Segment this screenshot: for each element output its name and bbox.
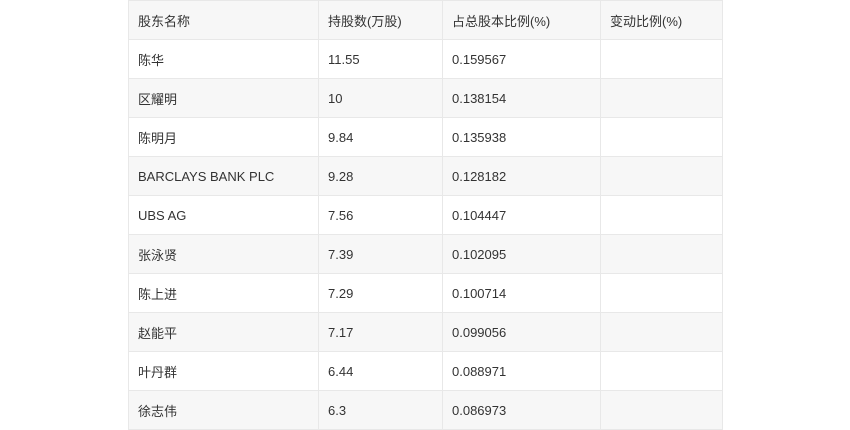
cell-shareholder-name: 陈上进 bbox=[128, 273, 319, 313]
table-row: 叶丹群 6.44 0.088971 bbox=[128, 351, 723, 391]
cell-share-ratio: 0.086973 bbox=[442, 390, 601, 430]
cell-shareholder-name: UBS AG bbox=[128, 195, 319, 235]
cell-shareholder-name: 陈华 bbox=[128, 39, 319, 79]
cell-share-ratio: 0.104447 bbox=[442, 195, 601, 235]
cell-shares-held: 7.39 bbox=[318, 234, 443, 274]
cell-shares-held: 6.3 bbox=[318, 390, 443, 430]
cell-shareholder-name: BARCLAYS BANK PLC bbox=[128, 156, 319, 196]
cell-change-ratio bbox=[600, 78, 723, 118]
cell-share-ratio: 0.102095 bbox=[442, 234, 601, 274]
cell-change-ratio bbox=[600, 39, 723, 79]
header-shareholder-name: 股东名称 bbox=[128, 0, 319, 40]
cell-change-ratio bbox=[600, 273, 723, 313]
shareholder-table-container: 股东名称 持股数(万股) 占总股本比例(%) 变动比例(%) 陈华 11.55 … bbox=[128, 0, 723, 430]
cell-shareholder-name: 陈明月 bbox=[128, 117, 319, 157]
header-row: 股东名称 持股数(万股) 占总股本比例(%) 变动比例(%) bbox=[128, 0, 723, 40]
cell-share-ratio: 0.100714 bbox=[442, 273, 601, 313]
cell-share-ratio: 0.135938 bbox=[442, 117, 601, 157]
cell-shares-held: 11.55 bbox=[318, 39, 443, 79]
cell-shareholder-name: 徐志伟 bbox=[128, 390, 319, 430]
cell-shareholder-name: 赵能平 bbox=[128, 312, 319, 352]
cell-shareholder-name: 张泳贤 bbox=[128, 234, 319, 274]
cell-shares-held: 7.56 bbox=[318, 195, 443, 235]
shareholder-table: 股东名称 持股数(万股) 占总股本比例(%) 变动比例(%) 陈华 11.55 … bbox=[128, 0, 723, 430]
table-header: 股东名称 持股数(万股) 占总股本比例(%) 变动比例(%) bbox=[128, 0, 723, 40]
cell-share-ratio: 0.128182 bbox=[442, 156, 601, 196]
table-row: BARCLAYS BANK PLC 9.28 0.128182 bbox=[128, 156, 723, 196]
cell-shares-held: 9.84 bbox=[318, 117, 443, 157]
table-row: 陈上进 7.29 0.100714 bbox=[128, 273, 723, 313]
table-body: 陈华 11.55 0.159567 区耀明 10 0.138154 陈明月 9.… bbox=[128, 39, 723, 430]
table-row: 区耀明 10 0.138154 bbox=[128, 78, 723, 118]
table-row: 徐志伟 6.3 0.086973 bbox=[128, 390, 723, 430]
cell-change-ratio bbox=[600, 351, 723, 391]
cell-share-ratio: 0.099056 bbox=[442, 312, 601, 352]
table-row: 张泳贤 7.39 0.102095 bbox=[128, 234, 723, 274]
cell-shares-held: 10 bbox=[318, 78, 443, 118]
cell-change-ratio bbox=[600, 117, 723, 157]
cell-share-ratio: 0.088971 bbox=[442, 351, 601, 391]
cell-shares-held: 6.44 bbox=[318, 351, 443, 391]
cell-change-ratio bbox=[600, 156, 723, 196]
header-change-ratio: 变动比例(%) bbox=[600, 0, 723, 40]
cell-change-ratio bbox=[600, 234, 723, 274]
cell-shareholder-name: 叶丹群 bbox=[128, 351, 319, 391]
header-share-ratio: 占总股本比例(%) bbox=[442, 0, 601, 40]
cell-share-ratio: 0.159567 bbox=[442, 39, 601, 79]
cell-change-ratio bbox=[600, 195, 723, 235]
cell-change-ratio bbox=[600, 312, 723, 352]
cell-change-ratio bbox=[600, 390, 723, 430]
table-row: 赵能平 7.17 0.099056 bbox=[128, 312, 723, 352]
cell-shareholder-name: 区耀明 bbox=[128, 78, 319, 118]
table-row: UBS AG 7.56 0.104447 bbox=[128, 195, 723, 235]
cell-shares-held: 7.29 bbox=[318, 273, 443, 313]
cell-shares-held: 7.17 bbox=[318, 312, 443, 352]
header-shares-held: 持股数(万股) bbox=[318, 0, 443, 40]
table-row: 陈明月 9.84 0.135938 bbox=[128, 117, 723, 157]
cell-shares-held: 9.28 bbox=[318, 156, 443, 196]
table-row: 陈华 11.55 0.159567 bbox=[128, 39, 723, 79]
cell-share-ratio: 0.138154 bbox=[442, 78, 601, 118]
